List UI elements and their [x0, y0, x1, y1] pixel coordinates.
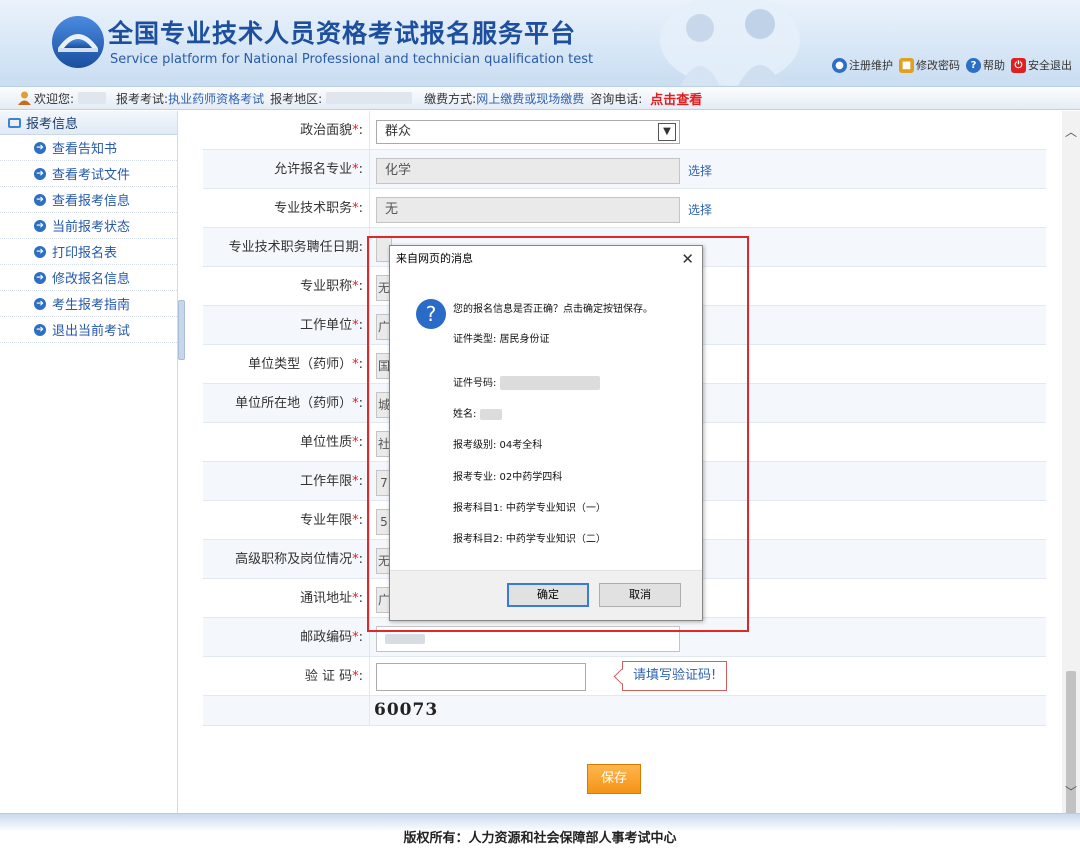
dialog-question: 您的报名信息是否正确？点击确定按钮保存。 [453, 304, 653, 315]
field-label: 验 证 码*: [203, 657, 370, 695]
ok-button[interactable]: 确定 [507, 583, 589, 607]
power-icon: ⏻ [1011, 57, 1026, 73]
info-bar: 欢迎您: 报考考试: 执业药师资格考试 报考地区: 缴费方式: 网上缴费或现场缴… [0, 86, 1080, 110]
change-password-link[interactable]: ■ 修改密码 [899, 57, 960, 73]
field-label: 高级职称及岗位情况*: [203, 540, 370, 578]
form-row-title: 专业技术职务*: 无选择 [203, 189, 1046, 228]
arrow-circle-icon: ➔ [34, 142, 46, 154]
choose-major-link[interactable]: 选择 [688, 162, 712, 179]
dialog-id-number: 证件号码: [453, 374, 600, 390]
sidebar-item-notice[interactable]: ➔ 查看告知书 [0, 135, 177, 161]
arrow-circle-icon: ➔ [34, 194, 46, 206]
welcome-label: 欢迎您: [34, 91, 75, 106]
field-label: 专业技术职务聘任日期: [203, 228, 370, 266]
name-redacted [479, 408, 502, 420]
sidebar-item-edit[interactable]: ➔ 修改报名信息 [0, 265, 177, 291]
captcha-image[interactable]: 60073 [374, 700, 438, 720]
field-label: 工作单位*: [203, 306, 370, 344]
close-icon[interactable]: ✕ [681, 250, 694, 268]
captcha-tip: 请填写验证码! [622, 661, 728, 691]
field-label: 专业年限*: [203, 501, 370, 539]
field-label: 政治面貌*: [203, 111, 370, 149]
scroll-down-icon[interactable]: ﹀ [1062, 783, 1080, 801]
sidebar-item-status[interactable]: ➔ 当前报考状态 [0, 213, 177, 239]
field-label: 允许报名专业*: [203, 150, 370, 188]
help-icon: ? [966, 57, 981, 73]
political-status-select[interactable]: 群众 ▼ [376, 120, 680, 144]
field-label: 单位类型（药师）*: [203, 345, 370, 383]
globe-icon: ● [832, 57, 847, 73]
arrow-circle-icon: ➔ [34, 168, 46, 180]
field-label: 通讯地址*: [203, 579, 370, 617]
captcha-input[interactable] [376, 663, 586, 691]
sidebar: 报考信息 ➔ 查看告知书 ➔ 查看考试文件 ➔ 查看报考信息 ➔ 当前报考状态 ➔ 打印报… [0, 111, 178, 813]
form-row-captcha: 验 证 码*: 请填写验证码! [203, 657, 1046, 696]
sidebar-item-exam-files[interactable]: ➔ 查看考试文件 [0, 161, 177, 187]
choose-position-link[interactable]: 选择 [688, 201, 712, 218]
arrow-circle-icon: ➔ [34, 298, 46, 310]
scroll-up-icon[interactable]: ︿ [1062, 123, 1080, 141]
field-label: 单位性质*: [203, 423, 370, 461]
field-label: 工作年限*: [203, 462, 370, 500]
sidebar-header: 报考信息 [0, 111, 177, 135]
exam-value: 执业药师资格考试 [168, 91, 265, 106]
dialog-subject1: 报考科目1: 中药学专业知识（一） [453, 503, 606, 514]
postcode-redacted [385, 633, 425, 644]
sidebar-item-view-info[interactable]: ➔ 查看报考信息 [0, 187, 177, 213]
register-maintain-link[interactable]: ● 注册维护 [832, 57, 893, 73]
top-links: ● 注册维护 ■ 修改密码 ? 帮助 ⏻ 安全退出 [832, 57, 1072, 73]
field-label: 单位所在地（药师）*: [203, 384, 370, 422]
question-icon: ? [416, 299, 446, 329]
arrow-circle-icon: ➔ [34, 272, 46, 284]
region-redacted [326, 92, 413, 104]
dialog-major: 报考专业: 02中药学四科 [453, 472, 563, 483]
sidebar-item-guide[interactable]: ➔ 考生报考指南 [0, 291, 177, 317]
help-link[interactable]: ? 帮助 [966, 57, 1005, 73]
field-label: 专业职称*: [203, 267, 370, 305]
phone-link[interactable]: 点击查看 [650, 89, 702, 108]
sidebar-splitter[interactable] [178, 300, 185, 360]
arrow-circle-icon: ➔ [34, 324, 46, 336]
region-label: 报考地区: [270, 91, 323, 106]
dialog-title: 来自网页的消息 [396, 252, 473, 265]
sidebar-item-exit[interactable]: ➔ 退出当前考试 [0, 317, 177, 343]
field-label: 专业技术职务*: [203, 189, 370, 227]
confirm-dialog: 来自网页的消息 ✕ ? 您的报名信息是否正确？点击确定按钮保存。 证件类型: 居… [389, 245, 703, 621]
monitor-icon [8, 118, 21, 128]
chevron-down-icon: ▼ [658, 123, 676, 141]
technical-position-field: 无 [376, 197, 680, 223]
dialog-id-type: 证件类型: 居民身份证 [453, 334, 550, 345]
user-icon [18, 91, 31, 105]
site-title: 全国专业技术人员资格考试报名服务平台 [108, 19, 577, 48]
dialog-footer: 确定 取消 [390, 570, 702, 620]
field-label: 邮政编码*: [203, 618, 370, 656]
arrow-circle-icon: ➔ [34, 220, 46, 232]
phone-label: 咨询电话: [590, 91, 643, 106]
footer: 版权所有：人力资源和社会保障部人事考试中心 [0, 813, 1080, 858]
form-row-major: 允许报名专业*: 化学 选择 [203, 150, 1046, 189]
exam-label: 报考考试: [116, 91, 169, 106]
form-row-captcha-image: 60073 [203, 696, 1046, 726]
header: 全国专业技术人员资格考试报名服务平台 Service platform for … [0, 0, 1080, 86]
dialog-level: 报考级别: 04考全科 [453, 440, 543, 451]
username-redacted [78, 92, 107, 104]
pay-label: 缴费方式: [424, 91, 477, 106]
site-subtitle: Service platform for National Profession… [110, 52, 594, 67]
save-button[interactable]: 保存 [587, 764, 641, 794]
scrollbar[interactable]: ︿ ﹀ [1062, 111, 1080, 858]
form-row-political: 政治面貌*: 群众 ▼ [203, 111, 1046, 150]
lock-icon: ■ [899, 57, 914, 73]
dialog-name: 姓名: [453, 405, 502, 420]
arrow-circle-icon: ➔ [34, 246, 46, 258]
pay-value: 网上缴费或现场缴费 [476, 91, 585, 106]
dialog-subject2: 报考科目2: 中药学专业知识（二） [453, 534, 606, 545]
cancel-button[interactable]: 取消 [599, 583, 681, 607]
pta-logo-icon [52, 16, 104, 68]
allowed-major-field: 化学 [376, 158, 680, 184]
customer-service-illustration-icon [660, 0, 800, 86]
id-number-redacted [499, 376, 600, 390]
logout-link[interactable]: ⏻ 安全退出 [1011, 57, 1072, 73]
sidebar-item-print[interactable]: ➔ 打印报名表 [0, 239, 177, 265]
